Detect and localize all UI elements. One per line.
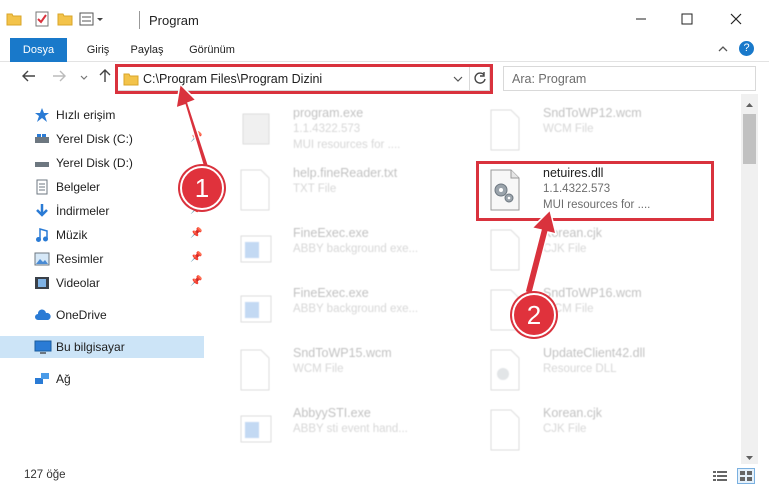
arrow-1 — [175, 82, 211, 174]
arrow-2 — [524, 208, 558, 295]
step-2-badge: 2 — [512, 293, 556, 337]
step-1-badge: 1 — [180, 166, 224, 210]
annotation-arrows — [175, 82, 558, 295]
